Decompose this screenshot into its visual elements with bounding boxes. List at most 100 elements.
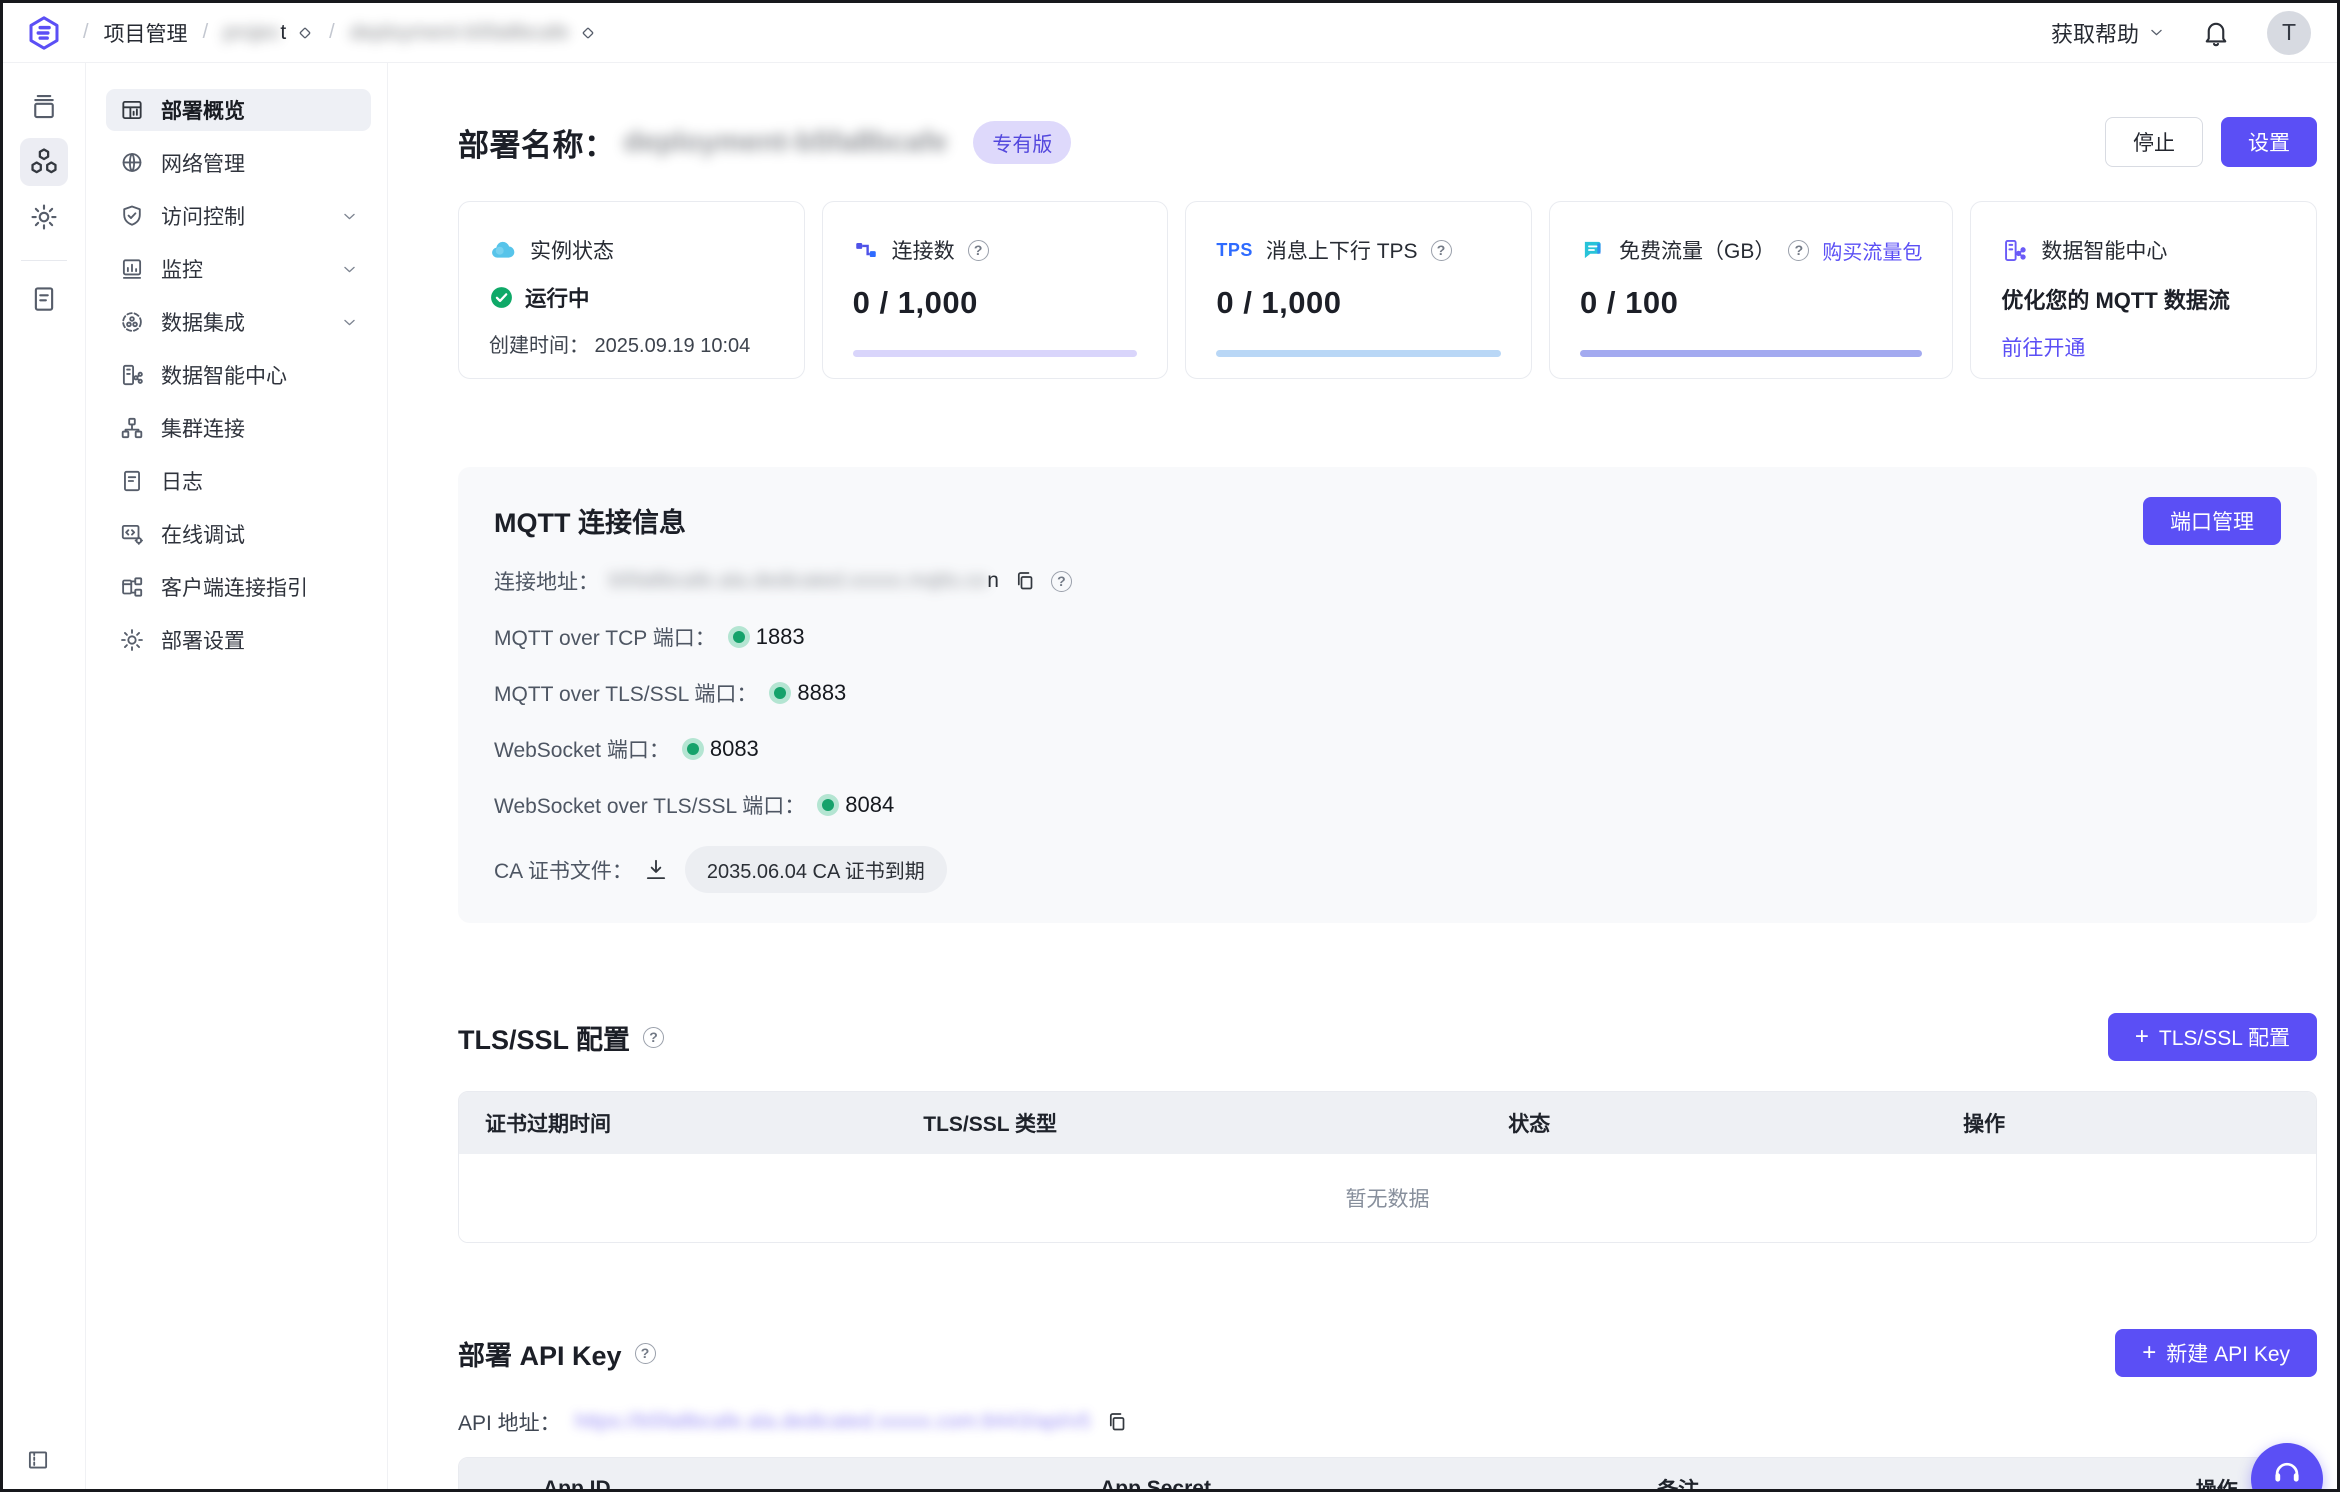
- api-key-table: App ID App Secret 备注 操作: [458, 1457, 2317, 1492]
- help-icon[interactable]: ?: [643, 1027, 664, 1048]
- connections-value: 0 / 1,000: [853, 285, 1138, 321]
- bar-chart-icon: [119, 256, 145, 282]
- buy-traffic-link[interactable]: 购买流量包: [1822, 236, 1922, 265]
- rail-settings-gear-icon[interactable]: [20, 193, 68, 241]
- sidebar-item-access-control[interactable]: 访问控制: [106, 195, 371, 237]
- stat-cards: 实例状态 运行中 创建时间： 2025.09.19 10:04 连接数 ? 0 …: [458, 201, 2317, 379]
- connect-address-redacted: b5fa8bcafe.ala.dedicated.xxxxx.mqtts.co: [609, 569, 987, 593]
- breadcrumb-project-management[interactable]: 项目管理: [104, 18, 188, 48]
- stop-button[interactable]: 停止: [2105, 117, 2203, 167]
- sidebar-item-label: 数据集成: [161, 307, 245, 337]
- port-status-dot: [682, 738, 704, 760]
- rail-divider: [21, 260, 67, 261]
- gear-icon: [119, 627, 145, 653]
- column-header: 操作: [1963, 1108, 2316, 1138]
- sidebar-item-online-debug[interactable]: 在线调试: [106, 513, 371, 555]
- breadcrumb-deployment[interactable]: deployment-b5fa8bcafe: [350, 21, 570, 45]
- app-window: / 项目管理 / project / deployment-b5fa8bcafe…: [0, 0, 2340, 1492]
- address-tail: n: [987, 569, 999, 593]
- help-icon[interactable]: ?: [635, 1343, 656, 1364]
- breadcrumb-project[interactable]: project: [223, 21, 286, 45]
- card-instance-status: 实例状态 运行中 创建时间： 2025.09.19 10:04: [458, 201, 805, 379]
- plus-icon: +: [2142, 1341, 2156, 1365]
- new-api-key-button[interactable]: + 新建 API Key: [2115, 1329, 2317, 1377]
- breadcrumb: / 项目管理 / project / deployment-b5fa8bcafe: [83, 18, 597, 48]
- avatar[interactable]: T: [2267, 11, 2311, 55]
- column-header: 证书过期时间: [459, 1108, 923, 1138]
- help-icon[interactable]: ?: [1431, 240, 1452, 261]
- deployment-name-redacted: deployment-b5fa8bcafe: [624, 126, 948, 159]
- port-management-button[interactable]: 端口管理: [2143, 497, 2281, 545]
- copy-api-address-icon[interactable]: [1105, 1410, 1129, 1434]
- column-header: App ID: [459, 1477, 1016, 1492]
- created-time: 创建时间： 2025.09.19 10:04: [489, 329, 774, 358]
- rail-deployments-icon[interactable]: [20, 138, 68, 186]
- help-icon[interactable]: ?: [1788, 240, 1809, 261]
- sidebar-item-cluster-linking[interactable]: 集群连接: [106, 407, 371, 449]
- instance-status-text: 运行中: [525, 282, 590, 313]
- emqx-logo-icon[interactable]: [25, 14, 63, 52]
- sidebar-item-label: 访问控制: [161, 201, 245, 231]
- mqtt-section-title: MQTT 连接信息: [494, 501, 2281, 540]
- port-label: WebSocket over TLS/SSL 端口：: [494, 790, 805, 820]
- port-status-dot: [769, 682, 791, 704]
- sidebar-item-network-management[interactable]: 网络管理: [106, 142, 371, 184]
- connections-progress-bar: [853, 350, 1138, 357]
- address-label: 连接地址：: [494, 566, 599, 596]
- copy-address-icon[interactable]: [1013, 569, 1037, 593]
- help-icon[interactable]: ?: [968, 240, 989, 261]
- port-status-dot: [817, 794, 839, 816]
- tls-section-title: TLS/SSL 配置 ?: [458, 1018, 664, 1057]
- page-title: 部署名称：: [458, 120, 616, 165]
- add-tls-config-button[interactable]: + TLS/SSL 配置: [2108, 1013, 2317, 1061]
- help-icon[interactable]: ?: [1051, 571, 1072, 592]
- settings-button[interactable]: 设置: [2221, 117, 2317, 167]
- project-switch-icon[interactable]: [296, 24, 314, 42]
- sidebar-item-client-connection-guide[interactable]: 客户端连接指引: [106, 566, 371, 608]
- sidebar-item-label: 数据智能中心: [161, 360, 287, 390]
- ca-expiry-tag: 2035.06.04 CA 证书到期: [685, 846, 947, 893]
- port-value: 8883: [797, 680, 846, 706]
- plus-icon: +: [2135, 1025, 2149, 1049]
- card-title: 连接数: [892, 235, 955, 265]
- data-intelligence-desc: 优化您的 MQTT 数据流: [2001, 283, 2286, 315]
- topbar: / 项目管理 / project / deployment-b5fa8bcafe…: [3, 3, 2337, 63]
- icon-rail: [3, 63, 86, 1492]
- download-ca-icon[interactable]: [643, 857, 669, 883]
- port-status-dot: [728, 626, 750, 648]
- sidebar-item-logs[interactable]: 日志: [106, 460, 371, 502]
- cloud-icon: [489, 236, 517, 264]
- collapse-sidebar-icon[interactable]: [25, 1447, 51, 1478]
- card-connections: 连接数 ? 0 / 1,000: [822, 201, 1169, 379]
- server-share-icon: [119, 362, 145, 388]
- column-header: 状态: [1508, 1108, 1963, 1138]
- tls-table-header: 证书过期时间 TLS/SSL 类型 状态 操作: [459, 1092, 2316, 1154]
- notifications-bell-icon[interactable]: [2201, 18, 2231, 48]
- client-modules-icon: [119, 574, 145, 600]
- data-intelligence-icon: [2001, 237, 2028, 264]
- rail-docs-icon[interactable]: [20, 275, 68, 323]
- deployment-switch-icon[interactable]: [579, 24, 597, 42]
- sidebar-item-data-integration[interactable]: 数据集成: [106, 301, 371, 343]
- globe-icon: [119, 150, 145, 176]
- sidebar-item-deployment-settings[interactable]: 部署设置: [106, 619, 371, 661]
- port-label: MQTT over TLS/SSL 端口：: [494, 678, 757, 708]
- chevron-down-icon: [2148, 24, 2165, 41]
- card-title: 数据智能中心: [2041, 235, 2167, 265]
- ca-file-label: CA 证书文件：: [494, 855, 633, 885]
- card-title: 实例状态: [530, 235, 614, 265]
- card-title: 消息上下行 TPS: [1266, 235, 1418, 265]
- sidebar-item-monitoring[interactable]: 监控: [106, 248, 371, 290]
- sidebar-item-deployment-overview[interactable]: 部署概览: [106, 89, 371, 131]
- card-free-traffic: 免费流量（GB） ? 购买流量包 0 / 100: [1549, 201, 1953, 379]
- code-window-gear-icon: [119, 521, 145, 547]
- breadcrumb-separator: /: [83, 21, 89, 44]
- activate-link[interactable]: 前往开通: [2001, 332, 2286, 362]
- get-help-menu[interactable]: 获取帮助: [2051, 17, 2165, 49]
- rail-projects-icon[interactable]: [20, 83, 68, 131]
- tls-empty-state: 暂无数据: [459, 1154, 2316, 1242]
- sidebar-item-data-intelligence-center[interactable]: 数据智能中心: [106, 354, 371, 396]
- api-address-link-redacted[interactable]: https://b5fa8bcafe.ala.dedicated.xxxxx.c…: [575, 1410, 1091, 1434]
- sidebar-item-label: 网络管理: [161, 148, 245, 178]
- tps-label-icon: TPS: [1216, 240, 1253, 261]
